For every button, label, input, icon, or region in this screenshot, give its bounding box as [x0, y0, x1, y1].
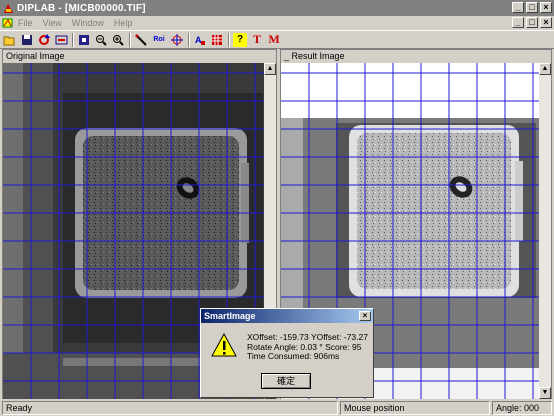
status-mouse-position: Mouse position — [340, 401, 490, 415]
toolbar-separator — [188, 32, 190, 47]
grid-icon[interactable] — [210, 33, 224, 47]
open-icon[interactable] — [3, 33, 17, 47]
result-vertical-scrollbar[interactable]: ▲ ▼ — [539, 63, 551, 399]
toolbar-separator — [72, 32, 74, 47]
original-pane-title: Original Image — [3, 50, 276, 63]
scroll-up-button[interactable]: ▲ — [539, 63, 551, 75]
refresh-icon[interactable] — [37, 33, 51, 47]
compare-icon[interactable] — [54, 33, 68, 47]
time-line: Time Consumed: 906ms — [247, 351, 340, 361]
mdi-restore-button[interactable]: □ — [526, 17, 538, 28]
zoom-out-icon[interactable] — [94, 33, 108, 47]
menu-file[interactable]: File — [18, 18, 33, 28]
fit-icon[interactable] — [77, 33, 91, 47]
status-ready: Ready — [2, 401, 338, 415]
result-pane-title: _ Result Image — [281, 50, 551, 63]
svg-text:A: A — [195, 35, 202, 45]
text-color-icon[interactable]: A — [193, 33, 207, 47]
maximize-button[interactable]: □ — [526, 2, 538, 13]
close-button[interactable]: × — [540, 2, 552, 13]
dialog-title: SmartImage — [204, 311, 256, 321]
mdi-close-button[interactable]: × — [540, 17, 552, 28]
help-icon[interactable]: ? — [233, 32, 247, 47]
dialog-title-bar: SmartImage × — [201, 309, 373, 323]
roi-icon[interactable]: Roi — [151, 33, 167, 47]
save-icon[interactable] — [20, 33, 34, 47]
toolbar: Roi A ? T M — [0, 30, 554, 49]
measure-icon[interactable] — [134, 33, 148, 47]
toolbar-separator — [228, 32, 230, 47]
text-tool-icon[interactable]: T — [250, 32, 264, 47]
scroll-down-button[interactable]: ▼ — [539, 387, 551, 399]
zoom-in-icon[interactable] — [111, 33, 125, 47]
target-icon[interactable] — [170, 33, 184, 47]
menu-bar: File View Window Help — [0, 16, 554, 30]
warning-icon — [211, 332, 237, 359]
dialog-close-button[interactable]: × — [359, 311, 371, 321]
toolbar-separator — [129, 32, 131, 47]
menu-window[interactable]: Window — [72, 18, 104, 28]
mark-icon[interactable]: M — [267, 32, 281, 47]
scroll-up-button[interactable]: ▲ — [264, 63, 276, 75]
menu-help[interactable]: Help — [114, 18, 133, 28]
smartimage-dialog: SmartImage × XOffset: -159.73 YOffset: -… — [200, 308, 374, 398]
dialog-message: XOffset: -159.73 YOffset: -73.27 Rotate … — [247, 332, 368, 362]
title-bar: DIPLAB - [MICB00000.TIF] _ □ × — [0, 0, 554, 16]
window-title: DIPLAB - [MICB00000.TIF] — [17, 2, 146, 14]
ok-button[interactable]: 確定 — [261, 373, 311, 389]
app-icon — [3, 3, 14, 14]
menu-view[interactable]: View — [43, 18, 62, 28]
doc-icon — [2, 17, 14, 30]
mdi-minimize-button[interactable]: _ — [512, 17, 524, 28]
status-angle: Angle: 000 — [492, 401, 552, 415]
minimize-button[interactable]: _ — [512, 2, 524, 13]
